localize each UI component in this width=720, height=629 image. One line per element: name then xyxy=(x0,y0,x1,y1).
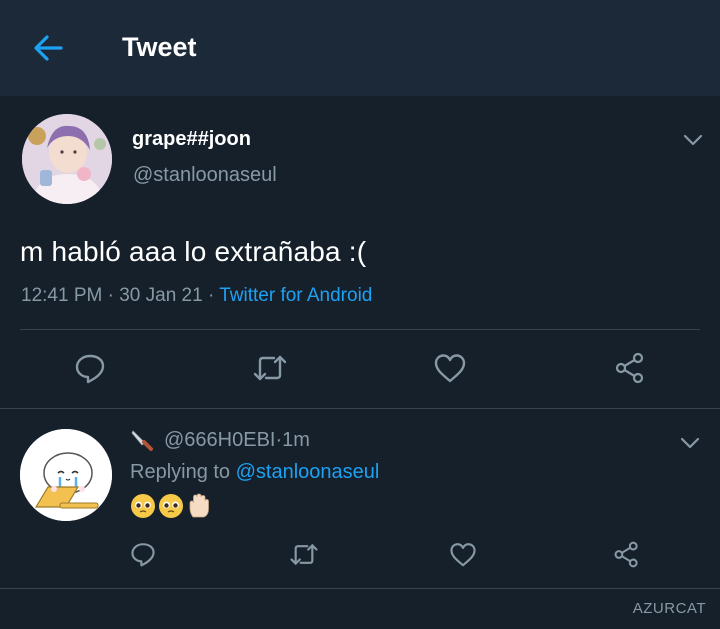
avatar[interactable] xyxy=(22,114,112,204)
retweet-icon xyxy=(289,542,319,567)
page-title: Tweet xyxy=(122,32,197,62)
retweet-button[interactable] xyxy=(284,534,324,574)
raised-hand-icon xyxy=(186,493,212,521)
tweet-actions xyxy=(0,348,720,388)
share-button[interactable] xyxy=(606,534,646,574)
tweet-date: 30 Jan 21 xyxy=(119,285,203,306)
reply-age: 1m xyxy=(282,428,310,451)
arrow-left-icon xyxy=(33,34,63,62)
chevron-down-icon[interactable] xyxy=(681,128,705,152)
reply-button[interactable] xyxy=(70,348,110,388)
like-icon xyxy=(433,353,467,383)
retweet-button[interactable] xyxy=(250,348,290,388)
like-button[interactable] xyxy=(430,348,470,388)
share-icon xyxy=(613,541,640,568)
top-app-bar: Tweet xyxy=(0,0,720,96)
main-tweet: grape##joon @stanloonaseul m habló aaa l… xyxy=(0,96,720,408)
reply-text xyxy=(130,493,212,521)
tweet-source-link[interactable]: Twitter for Android xyxy=(219,285,372,306)
tweet-meta: 12:41 PM · 30 Jan 21 · Twitter for Andro… xyxy=(21,285,372,307)
avatar[interactable] xyxy=(20,429,112,521)
reply-button[interactable] xyxy=(123,534,163,574)
reply-header: @666H0EBI · 1m xyxy=(130,428,310,452)
mention-link[interactable]: @stanloonaseul xyxy=(236,461,380,483)
pleading-face-icon xyxy=(130,493,156,521)
chevron-down-icon[interactable] xyxy=(678,431,702,455)
back-button[interactable] xyxy=(28,30,68,66)
meta-separator: · xyxy=(102,285,120,306)
meta-separator: · xyxy=(275,428,283,451)
share-button[interactable] xyxy=(610,348,650,388)
reply-icon xyxy=(130,541,156,567)
tweet-text: m habló aaa lo extrañaba :( xyxy=(20,236,367,267)
display-name[interactable]: grape##joon xyxy=(132,128,251,151)
user-handle[interactable]: @stanloonaseul xyxy=(133,164,277,187)
retweet-icon xyxy=(252,353,288,383)
tweet-time: 12:41 PM xyxy=(21,285,103,306)
share-icon xyxy=(614,352,646,384)
divider xyxy=(0,588,720,589)
replying-label: Replying to xyxy=(130,461,236,483)
divider xyxy=(20,329,700,330)
reply-actions xyxy=(0,537,720,571)
watermark: AZURCAT xyxy=(632,600,706,617)
reply-user-handle[interactable]: @666H0EBI xyxy=(164,429,275,452)
reply-icon xyxy=(74,352,106,384)
like-button[interactable] xyxy=(443,534,483,574)
pleading-face-icon xyxy=(158,493,184,521)
reply-tweet[interactable]: @666H0EBI · 1m Replying to @stanloonaseu… xyxy=(0,409,720,589)
replying-to: Replying to @stanloonaseul xyxy=(130,461,379,484)
knife-icon xyxy=(130,428,154,452)
like-icon xyxy=(449,542,477,567)
meta-separator: · xyxy=(202,285,220,306)
